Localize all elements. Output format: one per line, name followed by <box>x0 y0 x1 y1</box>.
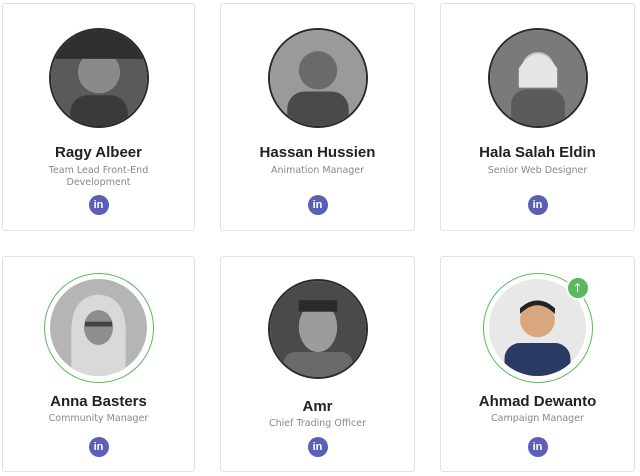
linkedin-icon[interactable]: in <box>307 437 328 457</box>
team-card: Anna Basters Community Manager in <box>2 256 195 472</box>
member-name: Ahmad Dewanto <box>478 393 597 410</box>
linkedin-icon[interactable]: in <box>88 195 109 215</box>
avatar <box>48 28 149 128</box>
arrow-up-icon: ↑ <box>565 276 590 300</box>
avatar-ring: ↑ <box>482 273 593 383</box>
avatar <box>267 28 368 128</box>
team-card: Amr Chief Trading Officer in <box>220 256 415 472</box>
team-card: Hassan Hussien Animation Manager in <box>220 3 415 231</box>
linkedin-icon[interactable]: in <box>88 437 109 457</box>
member-role: Animation Manager <box>270 165 365 176</box>
avatar <box>267 279 368 379</box>
team-card: ↑ Ahmad Dewanto Campaign Manager in <box>440 256 635 472</box>
member-role: Senior Web Designer <box>487 165 588 176</box>
avatar <box>487 28 588 128</box>
linkedin-icon[interactable]: in <box>307 195 328 215</box>
member-role: Chief Trading Officer <box>268 418 366 429</box>
avatar-ring <box>43 273 154 383</box>
linkedin-icon[interactable]: in <box>527 195 548 215</box>
member-name: Amr <box>302 398 333 415</box>
member-role: Campaign Manager <box>491 413 584 424</box>
member-name: Anna Basters <box>50 393 147 410</box>
member-name: Hassan Hussien <box>259 144 376 161</box>
linkedin-icon[interactable]: in <box>527 437 548 457</box>
member-role: Team Lead Front-End Development <box>48 165 149 188</box>
member-name: Ragy Albeer <box>55 144 142 161</box>
team-card: Ragy Albeer Team Lead Front-End Developm… <box>2 3 195 231</box>
avatar <box>49 279 147 376</box>
member-name: Hala Salah Eldin <box>479 144 596 161</box>
member-role: Community Manager <box>48 413 149 424</box>
team-card: Hala Salah Eldin Senior Web Designer in <box>440 3 635 231</box>
